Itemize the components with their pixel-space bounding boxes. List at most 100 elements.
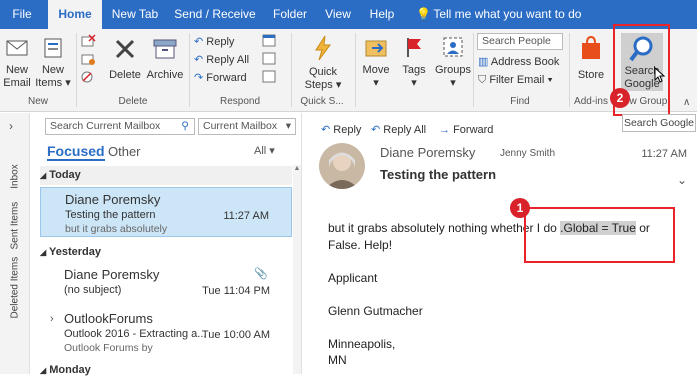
tags-label: Tags — [402, 64, 426, 76]
tab-new-tab[interactable]: New Tab — [106, 0, 164, 29]
forward-button[interactable]: ↷ Forward — [194, 69, 258, 87]
body-line: Glenn Gutmacher — [328, 304, 423, 318]
mail-subject-heading: Testing the pattern — [380, 167, 497, 182]
collapse-ribbon-icon[interactable]: ∧ — [683, 97, 695, 109]
tags-button[interactable]: Tags ▾ — [398, 35, 430, 90]
nav-sent-items[interactable]: Sent Items — [10, 202, 21, 250]
address-book-label: Address Book — [490, 56, 560, 68]
list-item[interactable]: › OutlookForums Outlook 2016 - Extractin… — [40, 309, 292, 355]
group-header-monday[interactable]: ◢ Monday — [40, 361, 292, 380]
im-icon[interactable] — [262, 51, 278, 69]
tab-file[interactable]: File — [0, 0, 44, 29]
filter-email-button[interactable]: ⛉ Filter Email ▾ — [478, 71, 568, 89]
to-name: Jenny Smith — [500, 148, 556, 159]
tab-help[interactable]: Help — [362, 0, 402, 29]
group-header-today[interactable]: ◢ Today — [40, 166, 292, 185]
address-book-icon: ▥ — [478, 56, 489, 68]
search-mailbox-input[interactable]: Search Current Mailbox ⚲ — [45, 118, 195, 135]
reading-reply-all-button[interactable]: ↶ Reply All — [371, 121, 426, 139]
expand-header-icon[interactable]: ⌄ — [677, 173, 687, 187]
reply-all-button[interactable]: ↶ Reply All — [194, 51, 258, 69]
reading-forward-label: Forward — [453, 124, 494, 136]
reading-forward-button[interactable]: → Forward — [439, 121, 493, 139]
groups-dropdown-arrow: ▾ — [450, 77, 456, 89]
mail-preview: but it grabs absolutely — [65, 223, 168, 235]
filter-email-label: Filter Email ▾ — [489, 74, 553, 86]
move-label: Move — [362, 64, 390, 76]
reply-button[interactable]: ↶ Reply — [194, 33, 258, 51]
more-respond-icon[interactable] — [262, 69, 278, 87]
cleanup-icon[interactable] — [80, 51, 100, 69]
tell-me-box[interactable]: 💡 Tell me what you want to do — [416, 0, 596, 29]
search-mailbox-placeholder: Search Current Mailbox — [50, 120, 161, 132]
new-items-button[interactable]: New Items ▾ — [34, 37, 72, 90]
junk-icon[interactable] — [80, 69, 100, 87]
search-people-input[interactable]: Search People — [477, 33, 563, 50]
reply-label: Reply — [206, 36, 235, 48]
filter-all-dropdown[interactable]: All ▾ — [254, 144, 275, 157]
mailbox-scope-dropdown[interactable]: Current Mailbox ▾ — [198, 118, 296, 135]
address-book-button[interactable]: ▥ Address Book — [478, 53, 568, 71]
chevron-down-icon: ▾ — [269, 145, 275, 157]
tab-send-receive[interactable]: Send / Receive — [168, 0, 262, 29]
groups-label: Groups — [434, 64, 472, 76]
group-separator — [76, 33, 77, 107]
body-line: Applicant — [328, 271, 378, 285]
search-icon[interactable]: ⚲ — [181, 119, 189, 134]
tab-view[interactable]: View — [318, 0, 358, 29]
nav-deleted-items[interactable]: Deleted Items — [10, 257, 21, 319]
tab-home[interactable]: Home — [48, 0, 102, 29]
archive-icon — [153, 39, 177, 59]
mailbox-scope-value: Current Mailbox — [203, 120, 278, 132]
new-items-label-1: New — [41, 64, 64, 76]
group-today-label: Today — [49, 169, 81, 181]
reply-all-icon: ↶ — [371, 124, 381, 136]
store-button[interactable]: Store — [574, 35, 608, 82]
lightbulb-icon: 💡 — [416, 7, 431, 21]
delete-button[interactable]: Delete — [108, 37, 142, 82]
move-dropdown-arrow: ▾ — [373, 77, 379, 89]
scrollbar-up-icon[interactable]: ▲ — [293, 165, 301, 172]
mail-sender: Diane Poremsky — [65, 192, 161, 207]
filter-icon: ⛉ — [478, 74, 487, 86]
ribbon: New Email New Items ▾ New Delete Archive… — [0, 29, 697, 112]
mail-time: Tue 11:04 PM — [202, 285, 270, 297]
group-label-new: New — [27, 96, 48, 107]
folder-pane-collapsed: › Inbox Sent Items Deleted Items — [0, 113, 30, 374]
group-yesterday-label: Yesterday — [49, 246, 101, 258]
scrollbar[interactable]: ▲ — [293, 165, 301, 374]
new-email-button[interactable]: New Email — [2, 37, 32, 90]
quick-steps-label-1: Quick — [308, 66, 338, 78]
quick-steps-label-2: Steps ▾ — [304, 79, 342, 91]
nav-inbox[interactable]: Inbox — [10, 162, 21, 192]
avatar — [319, 143, 365, 189]
tooltip-search-google: Search Google — [622, 114, 696, 132]
groups-button[interactable]: Groups ▾ — [434, 35, 472, 90]
list-item[interactable]: Diane Poremsky (no subject) Tue 11:04 PM… — [40, 265, 292, 303]
tab-focused[interactable]: Focused — [47, 143, 105, 161]
store-label: Store — [577, 69, 605, 81]
callout-box-global — [524, 207, 675, 263]
tab-other[interactable]: Other — [108, 144, 141, 159]
ignore-icon[interactable] — [80, 33, 100, 51]
group-label-respond: Respond — [219, 96, 261, 107]
expand-folder-pane-icon[interactable]: › — [9, 119, 13, 133]
reading-reply-button[interactable]: ↶ Reply — [321, 121, 361, 139]
group-header-yesterday[interactable]: ◢ Yesterday — [40, 243, 292, 262]
callout-number-2: 2 — [610, 88, 630, 108]
expand-thread-icon[interactable]: › — [50, 313, 54, 325]
delete-label: Delete — [109, 69, 141, 81]
move-folder-icon — [365, 40, 387, 57]
tab-folder[interactable]: Folder — [266, 0, 314, 29]
move-button[interactable]: Move ▾ — [360, 35, 392, 90]
meeting-icon[interactable] — [262, 33, 278, 51]
forward-label: Forward — [206, 72, 247, 84]
archive-button[interactable]: Archive — [144, 37, 186, 82]
groups-icon — [443, 37, 463, 57]
quick-steps-button[interactable]: Quick Steps ▾ — [298, 35, 348, 92]
mail-time: 11:27 AM — [223, 210, 269, 222]
body-line: False. Help! — [328, 238, 393, 252]
tell-me-text: Tell me what you want to do — [433, 7, 582, 21]
list-item[interactable]: Diane Poremsky Testing the pattern but i… — [40, 187, 292, 237]
ribbon-tab-bar: File Home New Tab Send / Receive Folder … — [0, 0, 697, 29]
